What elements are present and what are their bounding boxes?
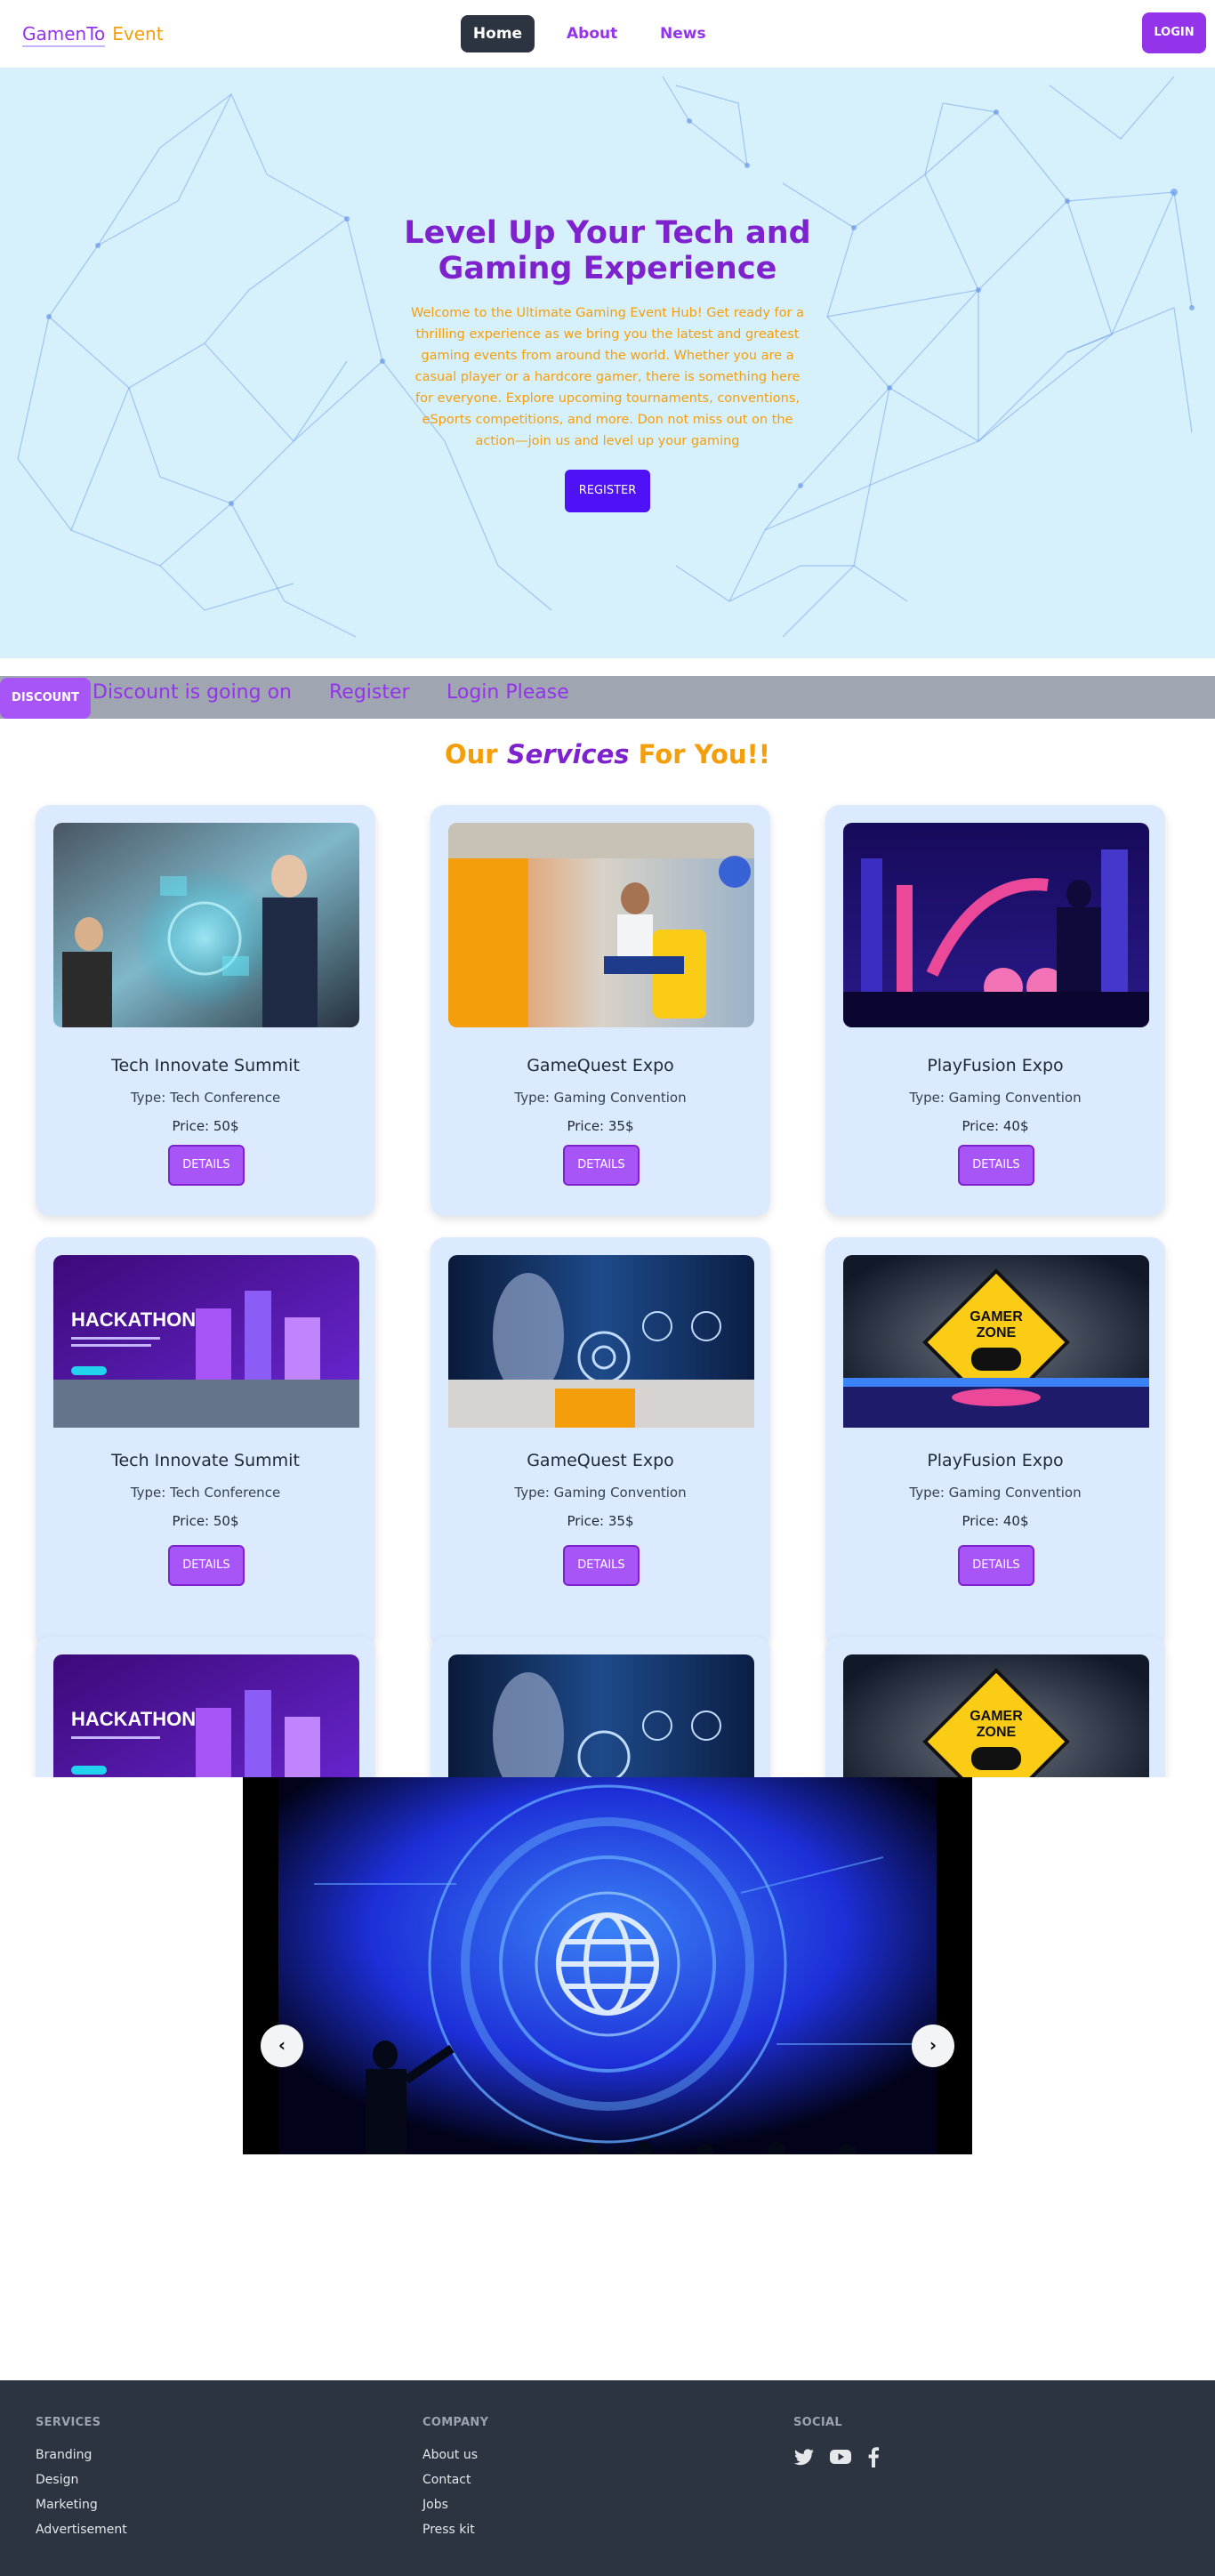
hackathon-text: HACKATHON — [71, 1708, 196, 1730]
logo-part-2: Event — [112, 23, 164, 44]
footer-link-advertisement[interactable]: Advertisement — [36, 2521, 127, 2539]
footer-link-contact[interactable]: Contact — [422, 2471, 471, 2489]
nav-home-link[interactable]: Home — [461, 15, 535, 52]
footer-link-jobs[interactable]: Jobs — [422, 2496, 448, 2514]
hackathon-image: HACKATHON — [53, 1654, 359, 1777]
card-type: Type: Tech Conference — [130, 1485, 281, 1501]
services-title: Our Services For You!! — [0, 735, 1215, 774]
service-card: HACKATHON Tech Innovate Summit Type: Tec… — [36, 1237, 375, 1648]
card-type: Type: Gaming Convention — [909, 1090, 1082, 1106]
service-card: PlayFusion Expo Type: Gaming Convention … — [825, 805, 1165, 1216]
gamequest-expo-image — [448, 823, 754, 1027]
carousel-prev-button[interactable]: ‹ — [261, 2025, 303, 2067]
logo-part-1: GamenTo — [22, 23, 106, 47]
footer-link-design[interactable]: Design — [36, 2471, 78, 2489]
tech-summit-image — [53, 823, 359, 1027]
gamer-text: GAMER — [970, 1309, 1023, 1324]
twitter-icon[interactable] — [793, 2446, 815, 2471]
card-title: PlayFusion Expo — [927, 1451, 1064, 1470]
card-price: Price: 40$ — [962, 1513, 1029, 1529]
playfusion-expo-image — [843, 823, 1149, 1027]
zone-text: ZONE — [977, 1725, 1017, 1740]
footer-link-branding[interactable]: Branding — [36, 2446, 92, 2464]
card-title: GameQuest Expo — [527, 1056, 674, 1075]
card-title: Tech Innovate Summit — [111, 1451, 300, 1470]
discount-bar: DISCOUNT Discount is going on Register L… — [0, 676, 1215, 719]
service-card — [430, 1637, 770, 1777]
footer-social-heading: SOCIAL — [793, 2416, 842, 2429]
image-carousel: ‹ › — [243, 1777, 972, 2154]
hero-title: Level Up Your Tech and Gaming Experience — [404, 215, 811, 286]
service-card: GAMER ZONE PlayFusion Expo Type: Gaming … — [825, 1237, 1165, 1648]
service-card: GameQuest Expo Type: Gaming Convention P… — [430, 805, 770, 1216]
login-marquee-link[interactable]: Login Please — [447, 680, 569, 706]
card-type: Type: Gaming Convention — [909, 1485, 1082, 1501]
facebook-icon[interactable] — [866, 2446, 881, 2471]
register-button[interactable]: REGISTER — [565, 470, 650, 512]
navbar: GamenTo Event Home About News LOGIN — [0, 0, 1215, 68]
card-title: GameQuest Expo — [527, 1451, 674, 1470]
card-title: Tech Innovate Summit — [111, 1056, 300, 1075]
discount-badge[interactable]: DISCOUNT — [0, 678, 91, 719]
hero-description: Welcome to the Ultimate Gaming Event Hub… — [411, 306, 804, 448]
card-type: Type: Gaming Convention — [514, 1485, 687, 1501]
hackathon-text: HACKATHON — [71, 1308, 196, 1331]
gamer-text: GAMER — [970, 1709, 1023, 1724]
service-card: GAMER ZONE — [825, 1637, 1165, 1777]
gamer-zone-image: GAMER ZONE — [843, 1654, 1149, 1777]
zone-text: ZONE — [977, 1325, 1017, 1340]
vr-controller-image — [448, 1255, 754, 1460]
footer: SERVICES Branding Design Marketing Adver… — [0, 2380, 1215, 2576]
details-button[interactable]: DETAILS — [563, 1145, 640, 1186]
services-title-part-2: Services — [506, 739, 630, 769]
services-title-part-1: Our — [445, 739, 498, 769]
logo[interactable]: GamenTo Event — [22, 23, 164, 47]
hero-section: Level Up Your Tech and Gaming Experience… — [0, 68, 1215, 658]
card-type: Type: Tech Conference — [130, 1090, 281, 1106]
register-marquee-link[interactable]: Register — [329, 680, 410, 706]
service-card: HACKATHON — [36, 1637, 375, 1777]
login-button[interactable]: LOGIN — [1142, 12, 1206, 53]
details-button[interactable]: DETAILS — [958, 1145, 1034, 1186]
discount-marquee-item: Discount is going on — [93, 681, 292, 704]
nav-about-link[interactable]: About — [567, 15, 617, 52]
carousel-slide-image — [243, 1777, 972, 2154]
card-price: Price: 35$ — [567, 1513, 634, 1529]
card-price: Price: 50$ — [172, 1513, 239, 1529]
footer-link-press-kit[interactable]: Press kit — [422, 2521, 475, 2539]
services-title-part-3: For You!! — [638, 739, 770, 769]
footer-link-marketing[interactable]: Marketing — [36, 2496, 98, 2514]
vr-controller-image — [448, 1654, 754, 1777]
carousel-next-button[interactable]: › — [912, 2025, 954, 2067]
details-button[interactable]: DETAILS — [563, 1545, 640, 1586]
card-title: PlayFusion Expo — [927, 1056, 1064, 1075]
youtube-icon[interactable] — [829, 2446, 852, 2471]
details-button[interactable]: DETAILS — [168, 1145, 245, 1186]
card-price: Price: 35$ — [567, 1118, 634, 1134]
footer-services-heading: SERVICES — [36, 2416, 101, 2429]
service-card: Tech Innovate Summit Type: Tech Conferen… — [36, 805, 375, 1216]
card-type: Type: Gaming Convention — [514, 1090, 687, 1106]
nav-news-link[interactable]: News — [660, 15, 706, 52]
service-card: GameQuest Expo Type: Gaming Convention P… — [430, 1237, 770, 1648]
footer-company-heading: COMPANY — [422, 2416, 489, 2429]
details-button[interactable]: DETAILS — [168, 1545, 245, 1586]
services-row-clipped: HACKATHON GAMER ZONE — [0, 1633, 1215, 1777]
card-price: Price: 40$ — [962, 1118, 1029, 1134]
card-price: Price: 50$ — [172, 1118, 239, 1134]
gamer-zone-image: GAMER ZONE — [843, 1255, 1149, 1460]
details-button[interactable]: DETAILS — [958, 1545, 1034, 1586]
footer-link-about-us[interactable]: About us — [422, 2446, 478, 2464]
hackathon-image: HACKATHON — [53, 1255, 359, 1460]
